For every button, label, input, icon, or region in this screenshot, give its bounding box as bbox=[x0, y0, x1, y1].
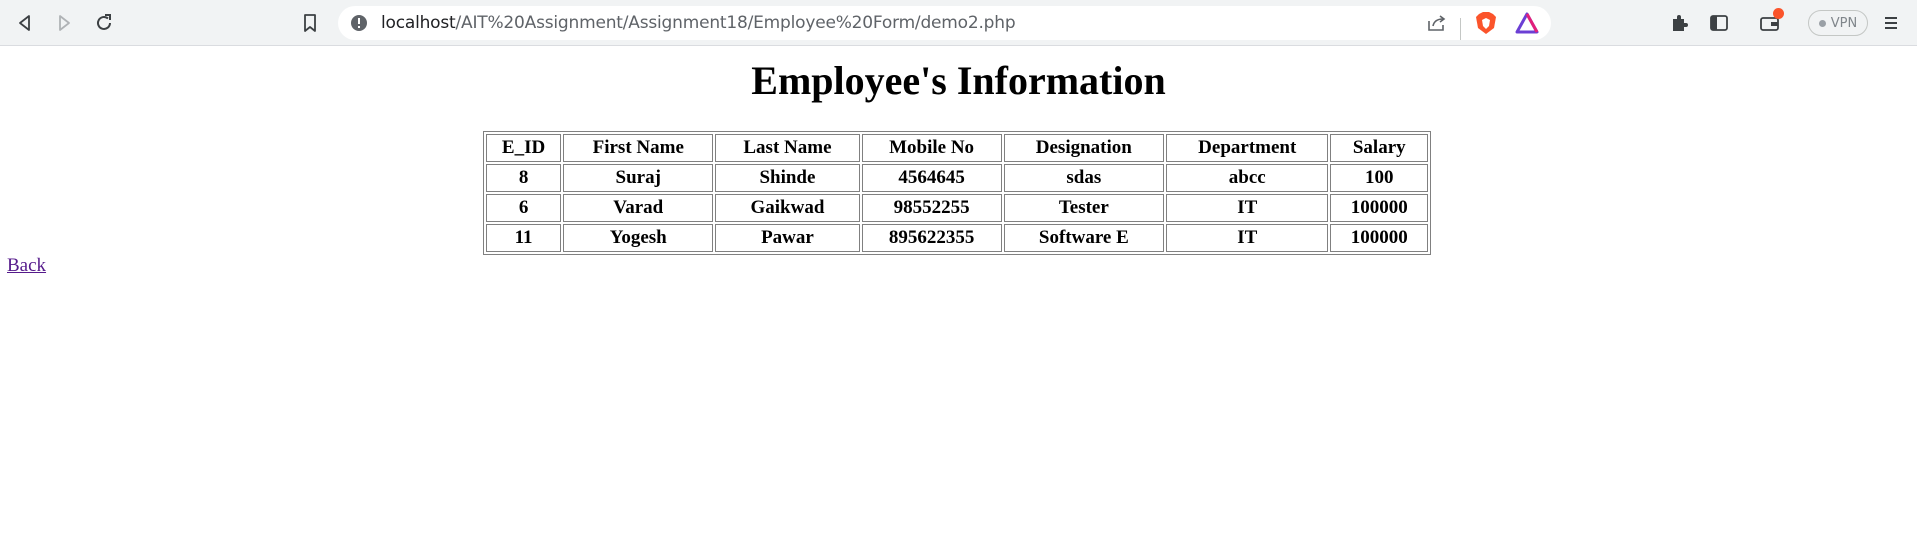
header-last-name: Last Name bbox=[715, 134, 860, 162]
cell-e-id: 6 bbox=[486, 194, 562, 222]
table-row: 11 Yogesh Pawar 895622355 Software E IT … bbox=[486, 224, 1428, 252]
omnibox-divider bbox=[1460, 18, 1461, 40]
forward-arrow-icon[interactable] bbox=[49, 8, 79, 38]
url-path: /AIT%20Assignment/Assignment18/Employee%… bbox=[455, 13, 1016, 33]
reload-icon[interactable] bbox=[89, 8, 119, 38]
header-department: Department bbox=[1166, 134, 1329, 162]
employee-table: E_ID First Name Last Name Mobile No Desi… bbox=[483, 131, 1431, 255]
cell-department: IT bbox=[1166, 194, 1329, 222]
cell-salary: 100000 bbox=[1330, 224, 1428, 252]
cell-department: IT bbox=[1166, 224, 1329, 252]
table-row: 6 Varad Gaikwad 98552255 Tester IT 10000… bbox=[486, 194, 1428, 222]
cell-mobile-no: 4564645 bbox=[861, 164, 1002, 192]
menu-icon[interactable] bbox=[1876, 8, 1906, 38]
cell-mobile-no: 895622355 bbox=[861, 224, 1002, 252]
wallet-icon[interactable] bbox=[1755, 8, 1785, 38]
sidebar-icon[interactable] bbox=[1704, 8, 1734, 38]
cell-first-name: Yogesh bbox=[563, 224, 714, 252]
brave-rewards-icon[interactable] bbox=[1515, 12, 1539, 38]
page-title: Employee's Information bbox=[751, 58, 1166, 103]
bookmark-icon[interactable] bbox=[295, 8, 325, 38]
back-arrow-icon[interactable] bbox=[10, 8, 40, 38]
url-text[interactable]: localhost/AIT%20Assignment/Assignment18/… bbox=[381, 13, 1016, 33]
header-first-name: First Name bbox=[563, 134, 714, 162]
header-designation: Designation bbox=[1003, 134, 1165, 162]
brave-shields-icon[interactable] bbox=[1475, 11, 1497, 39]
cell-e-id: 8 bbox=[486, 164, 562, 192]
vpn-status-dot bbox=[1818, 19, 1826, 27]
header-e-id: E_ID bbox=[486, 134, 562, 162]
extensions-icon[interactable] bbox=[1664, 8, 1694, 38]
header-salary: Salary bbox=[1330, 134, 1428, 162]
cell-designation: Software E bbox=[1003, 224, 1165, 252]
cell-salary: 100000 bbox=[1330, 194, 1428, 222]
cell-salary: 100 bbox=[1330, 164, 1428, 192]
vpn-label: VPN bbox=[1830, 15, 1858, 31]
cell-e-id: 11 bbox=[486, 224, 562, 252]
cell-designation: Tester bbox=[1003, 194, 1165, 222]
cell-first-name: Suraj bbox=[563, 164, 714, 192]
address-bar[interactable]: localhost/AIT%20Assignment/Assignment18/… bbox=[338, 6, 1551, 40]
cell-designation: sdas bbox=[1003, 164, 1165, 192]
cell-mobile-no: 98552255 bbox=[861, 194, 1002, 222]
header-mobile-no: Mobile No bbox=[861, 134, 1002, 162]
cell-last-name: Shinde bbox=[715, 164, 860, 192]
cell-last-name: Gaikwad bbox=[715, 194, 860, 222]
url-host: localhost bbox=[381, 13, 456, 33]
share-icon[interactable] bbox=[1427, 14, 1447, 36]
cell-first-name: Varad bbox=[563, 194, 714, 222]
table-row: 8 Suraj Shinde 4564645 sdas abcc 100 bbox=[486, 164, 1428, 192]
cell-last-name: Pawar bbox=[715, 224, 860, 252]
back-link[interactable]: Back bbox=[7, 255, 46, 277]
wallet-notification-badge bbox=[1773, 8, 1784, 19]
site-info-icon[interactable] bbox=[350, 14, 368, 36]
vpn-button[interactable]: VPN bbox=[1808, 10, 1868, 36]
table-header-row: E_ID First Name Last Name Mobile No Desi… bbox=[486, 134, 1428, 162]
browser-toolbar: localhost/AIT%20Assignment/Assignment18/… bbox=[0, 0, 1917, 46]
cell-department: abcc bbox=[1166, 164, 1329, 192]
